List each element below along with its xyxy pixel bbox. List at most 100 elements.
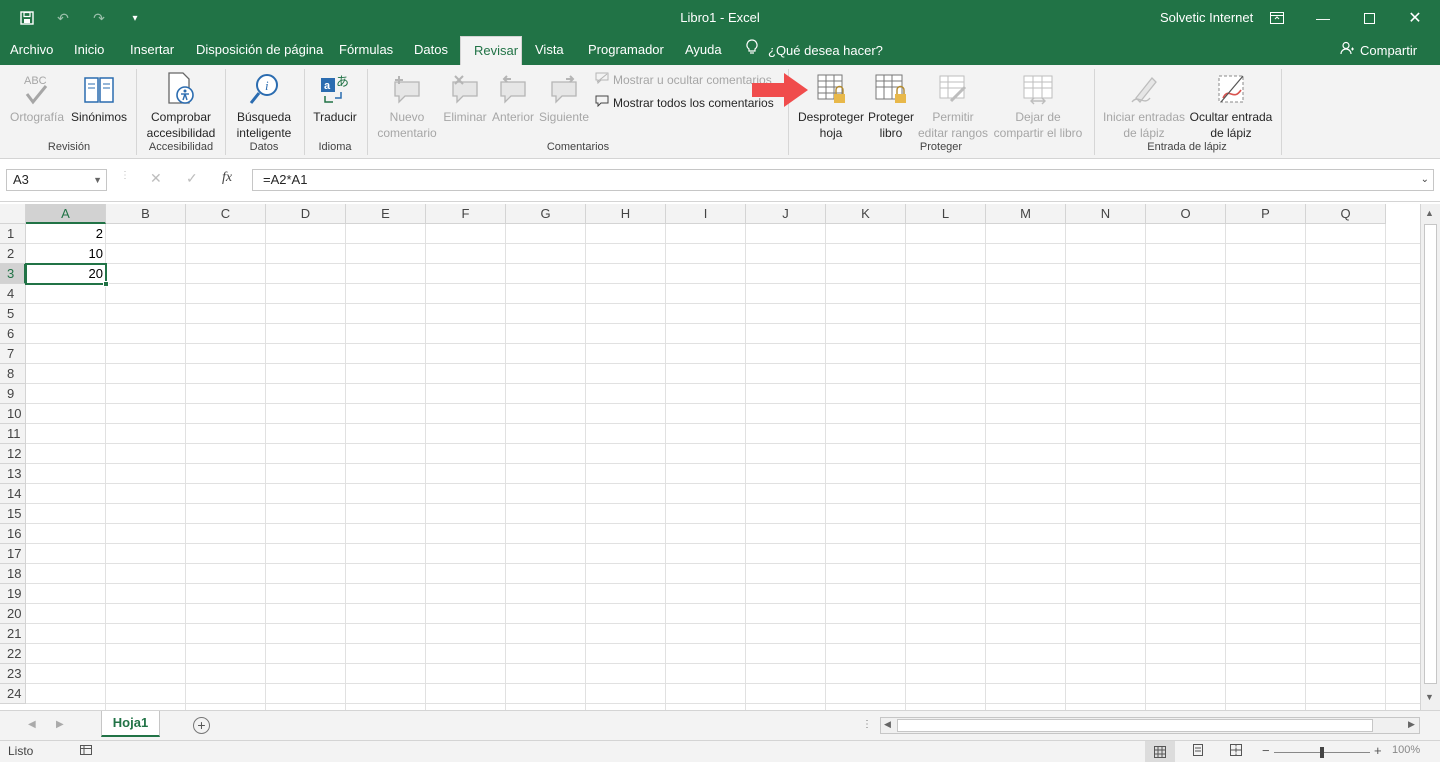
row-header-23[interactable]: 23 [0,664,26,684]
page-break-view-icon[interactable] [1230,744,1242,759]
zoom-percent[interactable]: 100% [1392,744,1420,756]
chevron-down-icon[interactable]: ▼ [93,170,102,190]
row-header-12[interactable]: 12 [0,444,26,464]
cell-a1[interactable]: 2 [26,224,106,244]
scroll-right-icon[interactable]: ▶ [1408,719,1415,730]
horizontal-scrollbar[interactable]: ◀ ▶ [880,717,1420,734]
row-header-21[interactable]: 21 [0,624,26,644]
tab-insertar[interactable]: Insertar [117,36,187,65]
next-sheet-icon[interactable]: ▶ [56,719,64,730]
row-header-20[interactable]: 20 [0,604,26,624]
synonyms-button[interactable]: Sinónimos [68,69,130,125]
protect-workbook-button[interactable]: Proteger libro [866,69,916,141]
tab-ayuda[interactable]: Ayuda [672,36,735,65]
check-accessibility-button[interactable]: Comprobar accesibilidad [142,69,220,141]
worksheet-grid[interactable]: ABCDEFGHIJKLMNOPQ 1 2 3 4 5 6 7 8 9 10 11 12 13 14 15 1… [0,204,1420,710]
tab-vista[interactable]: Vista [522,36,577,65]
next-comment-button[interactable]: Siguiente [536,69,592,125]
page-layout-view-icon[interactable] [1192,744,1204,759]
add-sheet-icon[interactable]: + [193,717,210,734]
row-header-22[interactable]: 22 [0,644,26,664]
smart-lookup-button[interactable]: i Búsqueda inteligente [230,69,298,141]
column-header-g[interactable]: G [506,204,586,224]
row-header-17[interactable]: 17 [0,544,26,564]
column-header-f[interactable]: F [426,204,506,224]
maximize-icon[interactable] [1346,0,1392,36]
cancel-icon[interactable]: ✕ [150,170,162,187]
column-header-m[interactable]: M [986,204,1066,224]
row-header-6[interactable]: 6 [0,324,26,344]
column-header-k[interactable]: K [826,204,906,224]
row-header-4[interactable]: 4 [0,284,26,304]
row-header-7[interactable]: 7 [0,344,26,364]
tab-disposicion[interactable]: Disposición de página [183,36,336,65]
delete-comment-button[interactable]: Eliminar [440,69,490,125]
row-header-16[interactable]: 16 [0,524,26,544]
allow-edit-ranges-button[interactable]: Permitir editar rangos [916,69,990,141]
close-icon[interactable]: ✕ [1392,0,1438,36]
hide-ink-button[interactable]: Ocultar entrada de lápiz [1188,69,1274,141]
row-header-1[interactable]: 1 [0,224,26,244]
select-all-corner[interactable] [0,204,26,224]
hscroll-thumb[interactable] [897,719,1373,732]
zoom-knob[interactable] [1320,747,1324,758]
minimize-icon[interactable]: — [1300,0,1346,36]
column-header-q[interactable]: Q [1306,204,1386,224]
row-header-11[interactable]: 11 [0,424,26,444]
show-hide-comment-button[interactable]: Mostrar u ocultar comentarios [595,72,772,87]
share-button[interactable]: Compartir [1340,36,1417,65]
account-name[interactable]: Solvetic Internet [1160,10,1253,25]
show-all-comments-button[interactable]: Mostrar todos los comentarios [595,95,774,110]
zoom-in-icon[interactable]: + [1374,743,1382,758]
zoom-out-icon[interactable]: − [1262,743,1270,758]
translate-button[interactable]: aあ Traducir [308,69,362,125]
scroll-down-icon[interactable]: ▼ [1425,692,1434,702]
vertical-scrollbar[interactable]: ▲ ▼ [1420,204,1440,710]
start-inking-button[interactable]: Iniciar entradas de lápiz [1100,69,1188,141]
insert-function-icon[interactable]: fx [222,170,232,186]
column-header-a[interactable]: A [26,204,106,224]
previous-sheet-icon[interactable]: ◀ [28,719,36,730]
zoom-slider[interactable]: − + [1262,743,1382,760]
scroll-up-icon[interactable]: ▲ [1425,208,1434,218]
column-header-d[interactable]: D [266,204,346,224]
spelling-button[interactable]: ABC Ortografía [8,69,66,125]
row-header-8[interactable]: 8 [0,364,26,384]
column-header-o[interactable]: O [1146,204,1226,224]
tab-datos[interactable]: Datos [401,36,461,65]
column-header-n[interactable]: N [1066,204,1146,224]
tab-split-icon[interactable]: ⋮ [862,719,872,730]
column-header-j[interactable]: J [746,204,826,224]
macro-recording-icon[interactable] [80,744,92,759]
tab-revisar[interactable]: Revisar [460,36,522,65]
scroll-thumb[interactable] [1424,224,1437,684]
row-header-10[interactable]: 10 [0,404,26,424]
row-header-3[interactable]: 3 [0,264,26,284]
tab-formulas[interactable]: Fórmulas [326,36,406,65]
row-header-9[interactable]: 9 [0,384,26,404]
cell-a2[interactable]: 10 [26,244,106,264]
unshare-workbook-button[interactable]: Dejar de compartir el libro [990,69,1086,141]
tab-programador[interactable]: Programador [575,36,677,65]
name-box[interactable]: A3 ▼ [6,169,107,191]
column-header-i[interactable]: I [666,204,746,224]
column-header-b[interactable]: B [106,204,186,224]
column-header-p[interactable]: P [1226,204,1306,224]
row-header-2[interactable]: 2 [0,244,26,264]
expand-formula-icon[interactable]: ⌄ [1421,170,1429,190]
row-header-18[interactable]: 18 [0,564,26,584]
tell-me-search[interactable]: ¿Qué desea hacer? [746,36,883,65]
column-header-l[interactable]: L [906,204,986,224]
column-header-h[interactable]: H [586,204,666,224]
new-comment-button[interactable]: Nuevo comentario [374,69,440,141]
row-header-14[interactable]: 14 [0,484,26,504]
formula-input[interactable]: =A2*A1 ⌄ [252,169,1434,191]
normal-view-icon[interactable] [1145,741,1175,762]
sheet-tab-hoja1[interactable]: Hoja1 [101,711,160,737]
row-header-19[interactable]: 19 [0,584,26,604]
enter-icon[interactable]: ✓ [186,170,198,187]
row-header-15[interactable]: 15 [0,504,26,524]
cell-area[interactable]: 2 10 20 [26,224,1420,710]
previous-comment-button[interactable]: Anterior [490,69,536,125]
row-header-13[interactable]: 13 [0,464,26,484]
